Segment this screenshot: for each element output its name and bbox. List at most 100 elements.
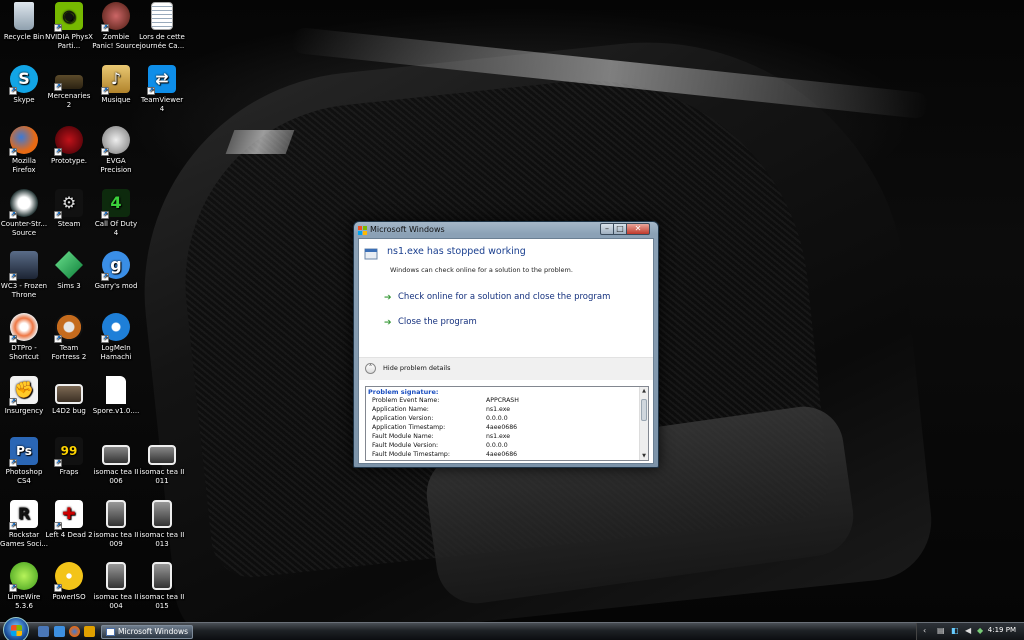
teamviewer-icon: ⇄ ↗: [147, 65, 176, 95]
counter-strike-icon: ↗: [9, 189, 38, 219]
problem-value: 0.0.0.0: [486, 442, 508, 449]
problem-value: c0000005: [486, 459, 517, 460]
tray-app-icon[interactable]: ◆: [977, 627, 985, 635]
desktop-icon-document[interactable]: Lors de cette journée Ca...: [138, 2, 186, 51]
minimize-button[interactable]: –: [600, 223, 614, 235]
desktop-icon-isomac-004[interactable]: isomac tea II 004: [92, 562, 140, 611]
desktop-icon-spore[interactable]: Spore.v1.0....: [92, 376, 140, 416]
problem-row: Application Timestamp: 4aee0686: [372, 423, 640, 432]
desktop-icon-poweriso[interactable]: ↗ PowerISO: [45, 562, 93, 602]
start-button[interactable]: [3, 617, 29, 640]
desktop-icon-rockstar[interactable]: R ↗ Rockstar Games Soci...: [0, 500, 48, 549]
desktop-icon-insurgency[interactable]: ✊ ↗ Insurgency: [0, 376, 48, 416]
chevron-up-icon[interactable]: ˄: [365, 363, 376, 374]
desktop-icon-nvidia-physx[interactable]: ◉ ↗ NVIDIA PhysX Parti...: [45, 2, 93, 51]
scroll-thumb[interactable]: [641, 399, 647, 421]
taskbar-button-microsoft-windows[interactable]: Microsoft Windows: [101, 625, 193, 639]
wallpaper-logo: [225, 130, 295, 154]
problem-key: Problem Event Name:: [372, 397, 440, 404]
dialog-heading: ns1.exe has stopped working: [387, 246, 526, 257]
desktop-icon-limewire[interactable]: ↗ LimeWire 5.3.6: [0, 562, 48, 611]
show-desktop-icon[interactable]: [38, 626, 49, 637]
desktop-icon-isomac-011[interactable]: isomac tea II 011: [138, 437, 186, 486]
desktop-icon-mercenaries[interactable]: ↗ Mercenaries 2: [45, 65, 93, 110]
connection-icon[interactable]: ◧: [951, 627, 959, 635]
network-icon[interactable]: ▤: [937, 627, 945, 635]
desktop-icon-photoshop[interactable]: Ps ↗ Photoshop CS4: [0, 437, 48, 486]
close-button[interactable]: ✕: [626, 223, 650, 235]
desktop-icon-isomac-015[interactable]: isomac tea II 015: [138, 562, 186, 611]
desktop-icon-dtpro[interactable]: ↗ DTPro - Shortcut: [0, 313, 48, 362]
switch-windows-icon[interactable]: [54, 626, 65, 637]
desktop-icon-call-of-duty[interactable]: 4 ↗ Call Of Duty 4: [92, 189, 140, 238]
desktop-icon-isomac-006[interactable]: isomac tea II 006: [92, 437, 140, 486]
desktop-icon-steam[interactable]: ⚙ ↗ Steam: [45, 189, 93, 229]
recycle-bin-icon: [14, 2, 34, 30]
image-file-icon: [106, 562, 126, 590]
desktop: Recycle Bin S ↗ Skype ↗ Mozilla Firefox ↗…: [0, 0, 1024, 622]
problem-value: 0.0.0.0: [486, 415, 508, 422]
desktop-icon-recycle-bin[interactable]: Recycle Bin: [0, 2, 48, 42]
warcraft-icon: ↗: [9, 251, 38, 281]
problem-row: Fault Module Version: 0.0.0.0: [372, 441, 640, 450]
zombie-panic-icon: ↗: [101, 2, 130, 32]
details-bar: ˄ Hide problem details: [359, 358, 653, 380]
problem-row: Problem Event Name: APPCRASH: [372, 396, 640, 405]
clock[interactable]: 4:19 PM: [988, 626, 1016, 634]
desktop-icon-fraps[interactable]: 99 ↗ Fraps: [45, 437, 93, 477]
problem-key: Application Version:: [372, 415, 434, 422]
desktop-icon-warcraft[interactable]: ↗ WC3 - Frozen Throne: [0, 251, 48, 300]
maximize-button[interactable]: □: [613, 223, 627, 235]
system-tray: ‹ ▤ ◧ ◀ ◆ 4:19 PM: [916, 623, 1024, 640]
desktop-icon-garrys-mod[interactable]: g ↗ Garry's mod: [92, 251, 140, 291]
left4dead-icon: ✚ ↗: [54, 500, 83, 530]
program-icon: [364, 246, 378, 260]
taskbar: Microsoft Windows ‹ ▤ ◧ ◀ ◆ 4:19 PM: [0, 617, 1024, 640]
desktop-icon-evga[interactable]: ↗ EVGA Precision: [92, 126, 140, 175]
problem-signature-title: Problem signature:: [368, 388, 439, 396]
chevron-left-icon[interactable]: ‹: [923, 627, 931, 635]
dialog-subtext: Windows can check online for a solution …: [390, 266, 573, 274]
window-icon: [106, 628, 115, 636]
desktop-icon-team-fortress[interactable]: ↗ Team Fortress 2: [45, 313, 93, 362]
desktop-icon-isomac-013[interactable]: isomac tea II 013: [138, 500, 186, 549]
details-scrollbar[interactable]: ▲ ▼: [639, 387, 648, 460]
desktop-icon-hamachi[interactable]: ↗ LogMeIn Hamachi: [92, 313, 140, 362]
volume-icon[interactable]: ◀: [965, 627, 973, 635]
scroll-up-icon[interactable]: ▲: [640, 387, 648, 395]
desktop-icon-zombie-panic[interactable]: ↗ Zombie Panic! Source: [92, 2, 140, 51]
problem-key: Exception Code:: [372, 459, 422, 460]
problem-details-box[interactable]: Problem signature: Problem Event Name: AP…: [365, 386, 649, 461]
taskbar-button-label: Microsoft Windows: [118, 627, 188, 636]
media-quicklaunch-icon[interactable]: [84, 626, 95, 637]
desktop-icon-musique[interactable]: ♪ ↗ Musique: [92, 65, 140, 105]
check-online-button[interactable]: ➔ Check online for a solution and close …: [384, 292, 611, 303]
problem-value: 4aee0686: [486, 424, 518, 431]
scroll-down-icon[interactable]: ▼: [640, 452, 648, 460]
desktop-icon-teamviewer[interactable]: ⇄ ↗ TeamViewer 4: [138, 65, 186, 114]
desktop-icon-sims[interactable]: Sims 3: [45, 251, 93, 291]
firefox-quicklaunch-icon[interactable]: [69, 626, 80, 637]
close-program-button[interactable]: ➔ Close the program: [384, 317, 477, 328]
skype-icon: S ↗: [9, 65, 38, 95]
sims-icon: [55, 251, 83, 279]
windows-icon: [358, 225, 367, 235]
image-file-icon: [102, 445, 130, 465]
problem-row: Exception Code: c0000005: [372, 459, 640, 460]
desktop-icon-skype[interactable]: S ↗ Skype: [0, 65, 48, 105]
check-online-label: Check online for a solution and close th…: [398, 292, 611, 302]
desktop-icon-l4d2-bug[interactable]: L4D2 bug: [45, 376, 93, 416]
desktop-icon-counter-strike[interactable]: ↗ Counter-Str... Source: [0, 189, 48, 238]
hide-details-link[interactable]: Hide problem details: [383, 364, 451, 372]
firefox-icon: ↗: [9, 126, 38, 156]
problem-row: Application Version: 0.0.0.0: [372, 414, 640, 423]
image-file-icon: [55, 384, 83, 404]
image-file-icon: [152, 500, 172, 528]
desktop-icon-prototype[interactable]: ↗ Prototype.: [45, 126, 93, 166]
dialog-titlebar[interactable]: Microsoft Windows: [358, 222, 445, 238]
desktop-icon-isomac-009[interactable]: isomac tea II 009: [92, 500, 140, 549]
desktop-icon-left4dead[interactable]: ✚ ↗ Left 4 Dead 2: [45, 500, 93, 540]
limewire-icon: ↗: [9, 562, 38, 592]
desktop-icon-firefox[interactable]: ↗ Mozilla Firefox: [0, 126, 48, 175]
problem-value: 4aee0686: [486, 451, 518, 458]
